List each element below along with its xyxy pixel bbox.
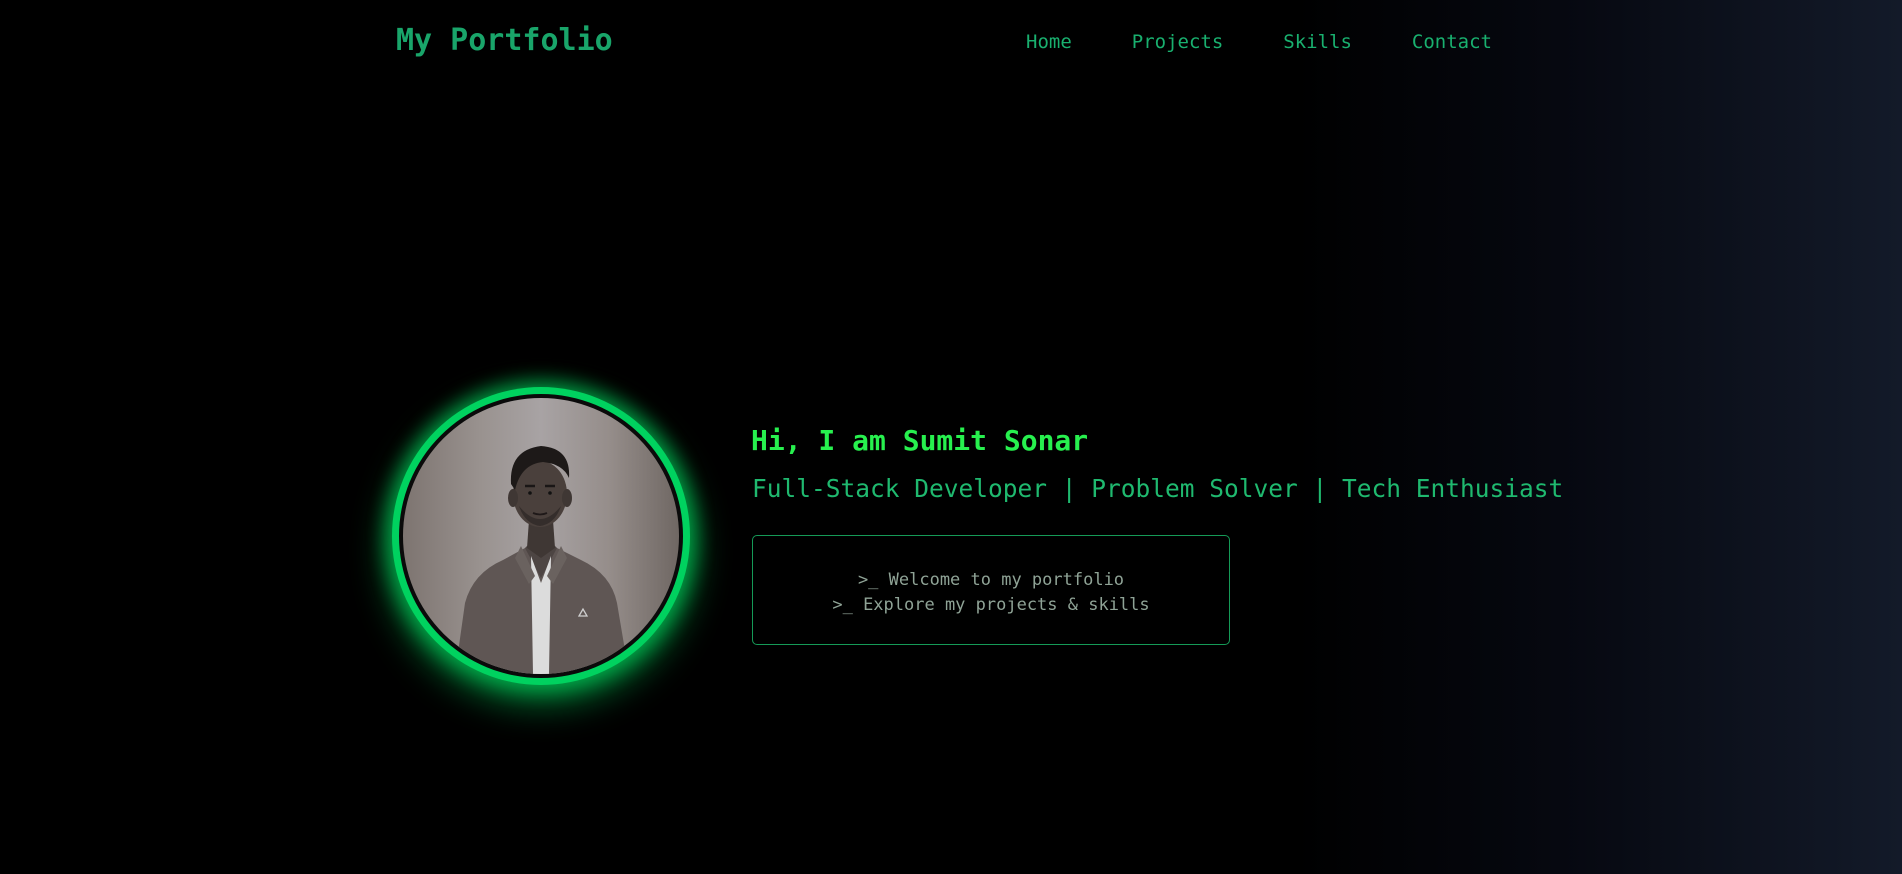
profile-photo [403,398,679,674]
person-portrait-icon [455,446,629,674]
terminal-box: >_ Welcome to my portfolio >_ Explore my… [752,535,1230,645]
hero-greeting: Hi, I am Sumit Sonar [751,424,1089,457]
main-nav: Home Projects Skills Contact [1026,28,1492,56]
top-navigation-bar: My Portfolio Home Projects Skills Contac… [0,0,1902,84]
nav-link-skills[interactable]: Skills [1283,28,1352,56]
site-logo[interactable]: My Portfolio [396,20,613,62]
hero-tagline: Full-Stack Developer | Problem Solver | … [752,474,1564,503]
nav-link-contact[interactable]: Contact [1412,28,1492,56]
terminal-line-welcome: >_ Welcome to my portfolio [857,570,1125,590]
profile-avatar-border [399,394,683,678]
profile-avatar-ring [392,387,690,685]
nav-link-projects[interactable]: Projects [1132,28,1224,56]
terminal-line-explore: >_ Explore my projects & skills [832,595,1150,615]
nav-link-home[interactable]: Home [1026,28,1072,56]
